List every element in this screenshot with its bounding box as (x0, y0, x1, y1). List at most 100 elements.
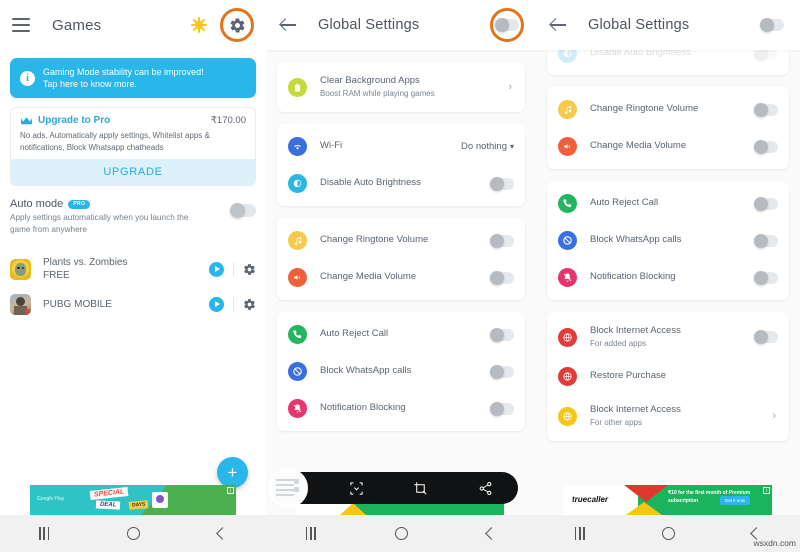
home-icon[interactable] (127, 527, 141, 540)
home-icon[interactable] (662, 527, 676, 540)
ad-cta-button[interactable]: Get it now (719, 496, 750, 505)
row-subtitle: Boost RAM while playing games (320, 88, 435, 98)
list-item[interactable]: PUBG MOBILE (10, 288, 256, 321)
trash-icon (288, 77, 307, 97)
row-block-internet-other-apps[interactable]: Block Internet Access For other apps › (547, 395, 789, 437)
ad-banner-google-play[interactable]: Google Play SPECIAL DEAL DAYS i (0, 485, 266, 515)
back-icon[interactable] (485, 527, 499, 540)
row-toggle[interactable] (490, 327, 514, 342)
row-label: Auto Reject Call (590, 197, 659, 209)
row-subtitle: For other apps (590, 417, 643, 427)
row-label: Block WhatsApp calls (590, 234, 682, 246)
bell-off-icon (558, 268, 577, 287)
bell-off-icon (288, 399, 307, 418)
home-icon[interactable] (395, 527, 409, 540)
watermark: wsxdn.com (753, 538, 796, 548)
globe-block-icon (558, 367, 577, 386)
share-icon[interactable] (478, 481, 493, 496)
upgrade-title: Upgrade to Pro (38, 115, 111, 127)
back-arrow-icon[interactable] (548, 15, 568, 35)
list-item[interactable]: Plants vs. Zombies FREE (10, 250, 256, 288)
row-toggle[interactable] (754, 196, 778, 211)
chevron-right-icon[interactable]: › (772, 410, 778, 422)
block-call-icon (288, 362, 307, 381)
scroll-capture-icon[interactable] (349, 481, 364, 496)
page-title: Global Settings (588, 17, 690, 33)
recent-apps-icon[interactable] (305, 527, 316, 540)
auto-mode-setting: Auto mode PRO Apply settings automatical… (10, 198, 256, 236)
row-change-ringtone-volume[interactable]: Change Ringtone Volume (547, 91, 789, 128)
row-notification-blocking[interactable]: Notification Blocking (547, 259, 789, 296)
row-block-whatsapp-calls[interactable]: Block WhatsApp calls (547, 222, 789, 259)
gaming-mode-banner[interactable]: i Gaming Mode stability can be improved!… (10, 58, 256, 99)
settings-gear-button[interactable] (220, 8, 254, 42)
row-toggle[interactable] (490, 176, 514, 191)
row-label: Auto Reject Call (320, 328, 389, 340)
brightness-icon (288, 174, 307, 193)
recent-apps-icon[interactable] (38, 527, 50, 540)
row-toggle[interactable] (754, 102, 778, 117)
speaker-icon (558, 137, 577, 156)
chevron-right-icon[interactable]: › (508, 81, 514, 93)
row-toggle[interactable] (754, 233, 778, 248)
settings-list: Clear Background Apps Boost RAM while pl… (266, 62, 536, 431)
back-icon[interactable] (216, 527, 229, 540)
hamburger-icon[interactable] (12, 18, 30, 32)
recent-apps-icon[interactable] (574, 527, 585, 540)
row-clear-background-apps[interactable]: Clear Background Apps Boost RAM while pl… (277, 66, 525, 108)
settings-card: Wi-Fi Do nothing ▾ Disable Auto Brightne… (277, 124, 525, 206)
ad-info-badge[interactable]: i (763, 487, 770, 494)
row-toggle[interactable] (754, 330, 778, 344)
row-wifi[interactable]: Wi-Fi Do nothing ▾ (277, 128, 525, 165)
screenshot-thumbnail[interactable] (268, 468, 308, 508)
ad-info-badge[interactable]: i (227, 487, 234, 494)
row-toggle[interactable] (490, 364, 514, 379)
row-label: Change Media Volume (590, 140, 687, 152)
row-auto-reject-call[interactable]: Auto Reject Call (277, 316, 525, 353)
panel-global-settings-scrolled: Global Settings Disable Auto Brightness (536, 0, 800, 552)
play-icon[interactable] (209, 297, 224, 313)
row-block-internet-added-apps[interactable]: Block Internet Access For added apps (547, 316, 789, 358)
crown-icon (21, 116, 32, 125)
row-label: Disable Auto Brightness (320, 177, 421, 189)
play-icon[interactable] (209, 261, 224, 277)
gear-icon[interactable] (243, 263, 256, 276)
globe-block-icon (558, 327, 577, 347)
row-label: Change Ringtone Volume (320, 234, 429, 246)
row-disable-auto-brightness[interactable]: Disable Auto Brightness (277, 165, 525, 202)
ad-banner-truecaller[interactable]: truecaller ₹10 for the first month of Pr… (536, 485, 800, 515)
gear-icon[interactable] (243, 298, 256, 311)
settings-card: Auto Reject Call Block WhatsApp calls No… (547, 181, 789, 300)
auto-mode-toggle[interactable] (230, 203, 256, 219)
ad-banner-partial[interactable] (266, 503, 536, 515)
master-toggle[interactable] (495, 18, 519, 32)
wifi-icon (288, 137, 307, 156)
banner-line-2: Tap here to know more. (43, 79, 138, 90)
pro-badge: PRO (68, 199, 91, 209)
row-block-whatsapp-calls[interactable]: Block WhatsApp calls (277, 353, 525, 390)
row-toggle[interactable] (754, 139, 778, 154)
row-label: Change Ringtone Volume (590, 103, 699, 115)
global-settings-master-toggle[interactable] (490, 8, 524, 42)
row-toggle[interactable] (490, 233, 514, 248)
row-change-media-volume[interactable]: Change Media Volume (277, 259, 525, 296)
add-game-fab[interactable]: + (217, 457, 248, 488)
globe-block-icon (558, 406, 577, 426)
settings-appbar: Global Settings (536, 0, 800, 50)
row-restore-purchase[interactable]: Restore Purchase (547, 358, 789, 395)
row-notification-blocking[interactable]: Notification Blocking (277, 390, 525, 427)
upgrade-button[interactable]: UPGRADE (11, 159, 255, 186)
wifi-action-dropdown[interactable]: Do nothing ▾ (461, 141, 514, 152)
row-toggle[interactable] (490, 270, 514, 285)
row-change-ringtone-volume[interactable]: Change Ringtone Volume (277, 222, 525, 259)
row-auto-reject-call[interactable]: Auto Reject Call (547, 185, 789, 222)
crop-edit-icon[interactable] (413, 481, 428, 496)
row-toggle[interactable] (490, 401, 514, 416)
row-toggle[interactable] (754, 270, 778, 285)
upgrade-description: No ads, Automatically apply settings, Wh… (20, 131, 210, 152)
game-title: Plants vs. Zombies (43, 257, 128, 269)
back-arrow-icon[interactable] (278, 15, 298, 35)
sun-icon[interactable] (191, 17, 207, 33)
row-change-media-volume[interactable]: Change Media Volume (547, 128, 789, 165)
master-toggle[interactable] (760, 18, 784, 32)
